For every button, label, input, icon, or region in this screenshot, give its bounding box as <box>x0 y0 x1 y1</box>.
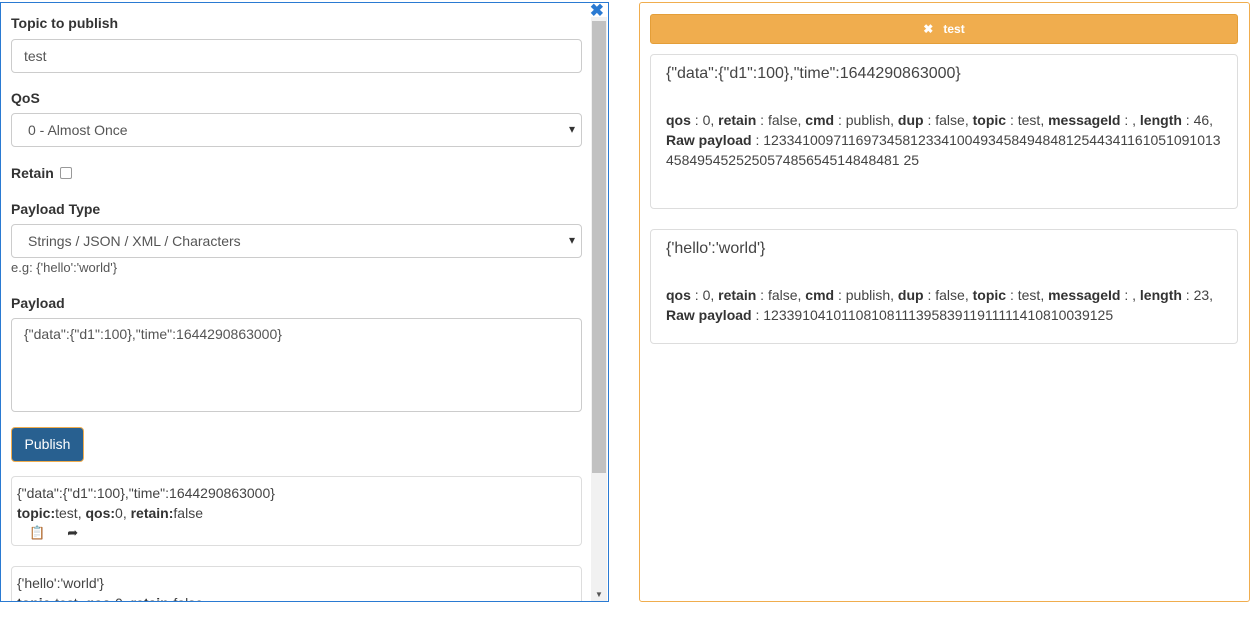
qos-select[interactable]: 0 - Almost Once <box>11 113 582 147</box>
publish-button[interactable]: Publish <box>11 427 84 462</box>
message-payload: {'hello':'world'} <box>666 240 766 257</box>
qos-value: 0 - Almost Once <box>28 122 128 138</box>
message-meta: qos : 0, retain : false, cmd : publish, … <box>666 287 1214 323</box>
message-card: {"data":{"d1":100},"time":1644290863000}… <box>650 54 1238 209</box>
message-payload: {"data":{"d1":100},"time":1644290863000} <box>666 65 961 82</box>
retain-label: Retain <box>11 165 54 181</box>
payload-textarea[interactable]: {"data":{"d1":100},"time":1644290863000} <box>11 318 582 412</box>
payload-type-select[interactable]: Strings / JSON / XML / Characters <box>11 224 582 258</box>
retain-checkbox[interactable] <box>60 167 72 179</box>
payload-label: Payload <box>11 295 65 311</box>
scrollbar[interactable]: ▼ <box>591 17 607 601</box>
topic-label: Topic to publish <box>11 15 119 31</box>
scrollbar-thumb[interactable] <box>592 21 606 473</box>
message-card: {'hello':'world'} qos : 0, retain : fals… <box>650 229 1238 344</box>
remove-icon[interactable]: ✖ <box>923 22 933 36</box>
publisher-panel: ✖ Topic to publish test QoS 0 - Almost O… <box>0 2 609 602</box>
history-meta: topic:test, qos:0, retain:false <box>17 593 576 601</box>
payload-type-label: Payload Type <box>11 201 101 217</box>
message-meta: qos : 0, retain : false, cmd : publish, … <box>666 112 1221 168</box>
history-item: {"data":{"d1":100},"time":1644290863000}… <box>11 476 582 546</box>
payload-hint: e.g: {'hello':'world'} <box>11 260 118 275</box>
forward-icon[interactable]: ➦ <box>67 523 78 543</box>
qos-label: QoS <box>11 90 40 106</box>
scroll-down-arrow[interactable]: ▼ <box>595 590 603 599</box>
topic-tag[interactable]: ✖ test <box>650 14 1238 44</box>
topic-input[interactable]: test <box>11 39 582 73</box>
history-payload: {"data":{"d1":100},"time":1644290863000} <box>17 485 275 501</box>
subscriber-panel: ✖ test {"data":{"d1":100},"time":1644290… <box>639 2 1250 602</box>
paste-icon[interactable]: 📋 <box>29 523 45 543</box>
history-item: {'hello':'world'} topic:test, qos:0, ret… <box>11 566 582 601</box>
payload-type-value: Strings / JSON / XML / Characters <box>28 233 241 249</box>
history-meta: topic:test, qos:0, retain:false <box>17 505 203 521</box>
history-payload: {'hello':'world'} <box>17 575 104 591</box>
